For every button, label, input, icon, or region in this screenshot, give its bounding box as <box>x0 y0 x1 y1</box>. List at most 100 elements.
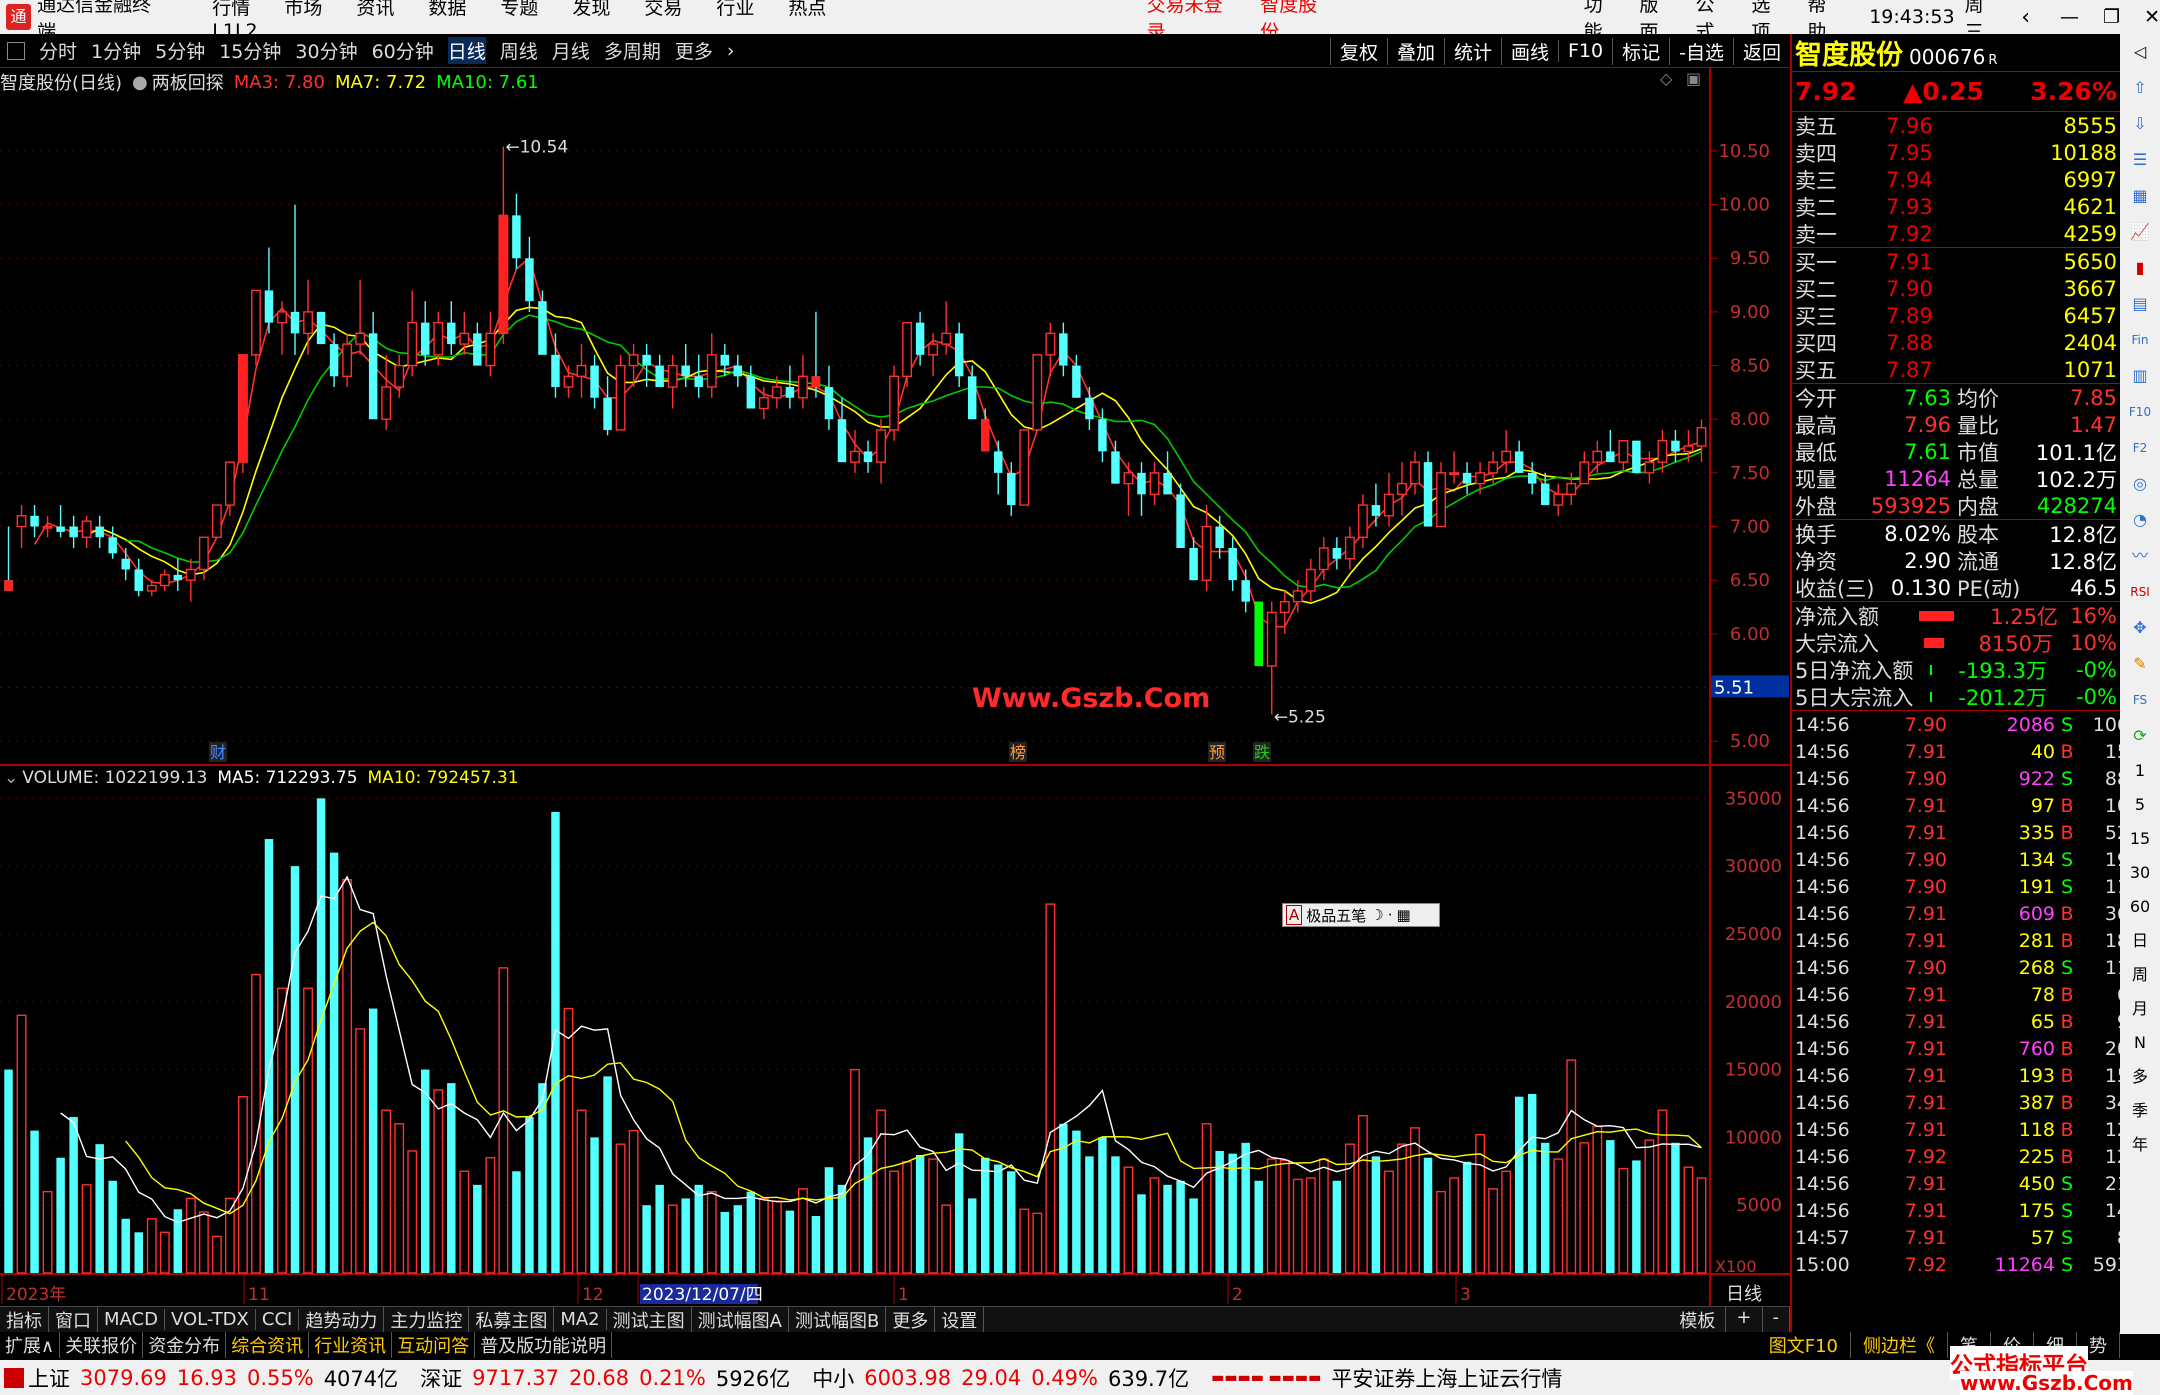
ime-a-icon[interactable]: A <box>1286 905 1303 925</box>
minimize-icon[interactable]: — <box>2060 6 2079 28</box>
back-icon[interactable]: ‹ <box>2021 5 2030 30</box>
move-icon[interactable]: ✥ <box>2133 615 2146 641</box>
sidebar-period[interactable]: 月 <box>2132 996 2148 1022</box>
tool-button[interactable]: 叠加 <box>1386 37 1444 65</box>
sidebar-collapse-icon[interactable]: ◁ <box>2134 39 2146 65</box>
indicator-tab[interactable]: 设置 <box>935 1306 985 1333</box>
pie-icon[interactable]: ◔ <box>2133 507 2147 533</box>
table-icon[interactable]: ▥ <box>2132 363 2147 389</box>
close-icon[interactable]: ✕ <box>2144 6 2160 28</box>
pen-icon[interactable]: ✎ <box>2133 651 2146 677</box>
event-marker[interactable]: 跌 <box>1254 743 1270 762</box>
down-arrow-icon[interactable]: ⇩ <box>2133 111 2146 137</box>
tick-list[interactable]: 14:56 7.90 2086 S 106 14:56 7.91 40 B 15 14:56 7.90… <box>1792 711 2129 1278</box>
menu-item[interactable]: 热点 <box>788 0 826 19</box>
line-chart-icon[interactable]: 📈 <box>2130 219 2150 245</box>
tabbar-button[interactable]: 模板 <box>1669 1306 1727 1333</box>
tool-button[interactable]: 画线 <box>1500 37 1558 65</box>
sidebar-period[interactable]: 日 <box>2132 928 2148 954</box>
period-tab[interactable]: 5分钟 <box>155 37 205 64</box>
period-tab[interactable]: 30分钟 <box>295 37 357 64</box>
indicator-tab[interactable]: VOL-TDX <box>165 1309 256 1330</box>
tool-button[interactable]: -自选 <box>1669 37 1733 65</box>
up-arrow-icon[interactable]: ⇧ <box>2133 75 2146 101</box>
fs-icon[interactable]: FS <box>2133 687 2147 713</box>
event-marker[interactable]: 榜 <box>1010 743 1026 762</box>
diamond-icon[interactable]: ◇ <box>1660 69 1673 88</box>
tool-button[interactable]: 返回 <box>1732 37 1790 65</box>
f2-icon[interactable]: F2 <box>2133 435 2148 461</box>
tool-button[interactable]: 统计 <box>1443 37 1501 65</box>
tool-button[interactable]: 复权 <box>1329 37 1387 65</box>
period-tab[interactable]: 多周期 <box>604 37 661 64</box>
indicator-tab[interactable]: 趋势动力 <box>299 1306 385 1333</box>
sidebar-period[interactable]: N <box>2134 1030 2146 1056</box>
period-tab[interactable]: 周线 <box>500 37 538 64</box>
menu-item[interactable]: 资讯 <box>356 0 394 19</box>
fin-icon[interactable]: Fin <box>2132 327 2149 353</box>
tool-button[interactable]: F10 <box>1558 40 1612 62</box>
tool-button[interactable]: 标记 <box>1612 37 1669 65</box>
sidebar-period[interactable]: 30 <box>2130 860 2150 886</box>
window-icon[interactable]: ▣ <box>1686 69 1701 88</box>
sidebar-period[interactable]: 60 <box>2130 894 2150 920</box>
menu-item[interactable]: 市场 <box>284 0 322 19</box>
globe-icon[interactable]: ◎ <box>2133 471 2147 497</box>
ime-keyboard-icon[interactable]: ▦ <box>1397 906 1411 924</box>
event-marker[interactable]: 预 <box>1209 743 1225 762</box>
book-row[interactable]: 买二 7.90 3667 <box>1792 275 2120 302</box>
book-row[interactable]: 卖二 7.93 4621 <box>1792 193 2120 220</box>
book-row[interactable]: 卖三 7.94 6997 <box>1792 166 2120 193</box>
zx-label[interactable]: 中小 <box>812 1363 854 1393</box>
indicator-tab[interactable]: 测试幅图A <box>692 1306 789 1333</box>
info-tab[interactable]: 扩展∧ <box>0 1332 61 1358</box>
indicator-tab[interactable]: MA2 <box>554 1309 607 1330</box>
period-tab[interactable]: 更多 <box>675 37 713 64</box>
indicator-tab[interactable]: MACD <box>98 1309 165 1330</box>
expand-icon[interactable] <box>7 41 25 60</box>
sidebar-period[interactable]: 5 <box>2135 792 2145 818</box>
indicator-tab[interactable]: 更多 <box>886 1306 936 1333</box>
ime-dot-icon[interactable]: · <box>1388 906 1393 924</box>
sidebar-period[interactable]: 多 <box>2132 1064 2148 1090</box>
tabbar-button[interactable]: - <box>1763 1306 1790 1333</box>
book-row[interactable]: 卖四 7.95 10188 <box>1792 139 2120 166</box>
list-icon[interactable]: ☰ <box>2133 147 2147 173</box>
sidebar-period[interactable]: 周 <box>2132 962 2148 988</box>
more-arrow-icon[interactable]: › <box>727 40 735 62</box>
info-tab[interactable]: 关联报价 <box>60 1332 144 1358</box>
period-tab[interactable]: 分时 <box>39 37 77 64</box>
menu-item[interactable]: 交易 <box>644 0 682 19</box>
info-tab[interactable]: 行业资讯 <box>309 1332 393 1358</box>
wave-icon[interactable]: 〰 <box>2132 543 2148 569</box>
rsi-icon[interactable]: RSI <box>2130 579 2150 605</box>
vol-collapse-icon[interactable]: ⌄ <box>4 768 18 788</box>
ime-toolbar[interactable]: A 极品五笔 ☽ · ▦ <box>1282 903 1440 927</box>
indicator-tab[interactable]: 窗口 <box>49 1306 98 1333</box>
period-tab[interactable]: 15分钟 <box>219 37 281 64</box>
indicator-tab[interactable]: 测试主图 <box>607 1306 692 1333</box>
info-tab[interactable]: 普及版功能说明 <box>475 1332 613 1358</box>
period-tab[interactable]: 60分钟 <box>372 37 434 64</box>
indicator-tab[interactable]: CCI <box>256 1309 300 1330</box>
f10-icon[interactable]: F10 <box>2129 399 2151 425</box>
indicator-tab[interactable]: 指标 <box>0 1306 49 1333</box>
info-tab[interactable]: 综合资讯 <box>226 1332 310 1358</box>
info-right-tab[interactable]: 侧边栏《 <box>1851 1332 1948 1358</box>
restore-icon[interactable]: ❐ <box>2103 6 2120 28</box>
period-tab[interactable]: 1分钟 <box>91 37 141 64</box>
tabbar-button[interactable]: + <box>1726 1306 1763 1333</box>
sz-label[interactable]: 深证 <box>420 1363 462 1393</box>
menu-item[interactable]: 数据 <box>428 0 466 19</box>
ime-moon-icon[interactable]: ☽ <box>1370 906 1383 924</box>
sidebar-period[interactable]: 1 <box>2135 758 2145 784</box>
info-tab[interactable]: 互动问答 <box>392 1332 476 1358</box>
sidebar-period[interactable]: 年 <box>2132 1132 2148 1158</box>
book-row[interactable]: 买一 7.91 5650 <box>1792 248 2120 275</box>
book-row[interactable]: 卖一 7.92 4259 <box>1792 220 2120 247</box>
sh-label[interactable]: 上证 <box>28 1363 70 1393</box>
indicator-tab[interactable]: 主力监控 <box>384 1306 470 1333</box>
period-tab[interactable]: 日线 <box>447 37 486 64</box>
book-row[interactable]: 买四 7.88 2404 <box>1792 329 2120 356</box>
book-row[interactable]: 卖五 7.96 8555 <box>1792 112 2120 139</box>
